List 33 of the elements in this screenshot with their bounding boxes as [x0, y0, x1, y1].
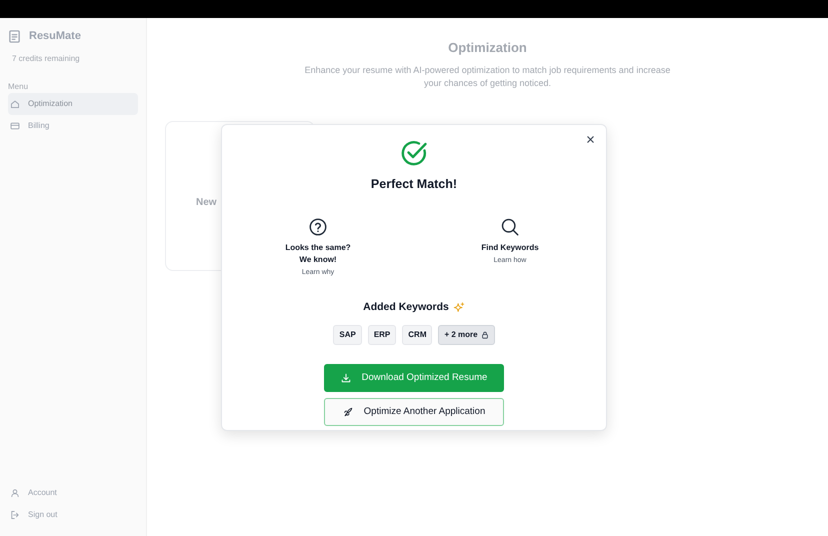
close-icon: [586, 135, 595, 144]
document-icon: [8, 30, 21, 43]
card-title: New: [196, 196, 217, 210]
credits-remaining: 7 credits remaining: [12, 52, 81, 64]
modal-title: Perfect Match!: [370, 176, 458, 193]
download-icon: [340, 373, 351, 383]
sparkle-icon: [452, 302, 465, 314]
keywords-heading: Added Keywords: [363, 300, 449, 316]
keyword-tag: SAP: [333, 325, 362, 345]
rocket-icon: [342, 407, 353, 417]
keyword-tag: ERP: [368, 325, 396, 345]
section-label: Menu: [8, 80, 30, 92]
tip-title: Find Keywords: [481, 242, 539, 254]
search-icon: [501, 218, 519, 236]
lock-icon: [480, 331, 489, 339]
keyword-tag: CRM: [402, 325, 432, 345]
optimize-another-button[interactable]: Optimize Another Application: [324, 398, 504, 426]
tip-title: Looks the same? We know!: [284, 242, 352, 266]
page-description: Enhance your resume with AI-powered optimization to match job requirements and increase your chances of getting noticed.: [304, 64, 672, 90]
sidebar-item[interactable]: Optimization: [8, 92, 138, 114]
question-circle-icon: [309, 218, 327, 236]
sign-out-icon: [10, 510, 20, 520]
more-keywords-tag[interactable]: + 2 more: [438, 325, 495, 345]
home-icon: [10, 98, 20, 108]
user-icon: [10, 488, 20, 498]
download-button[interactable]: Download Optimized Resume: [324, 364, 504, 392]
check-circle-icon: [400, 139, 428, 167]
sidebar-item[interactable]: Account: [8, 482, 138, 504]
page-title: Optimization: [448, 39, 527, 57]
sidebar-item[interactable]: Sign out: [8, 504, 138, 526]
brand-name: ResuMate: [29, 29, 81, 44]
sidebar-item[interactable]: Billing: [8, 114, 138, 136]
credit-card-icon: [10, 120, 20, 130]
